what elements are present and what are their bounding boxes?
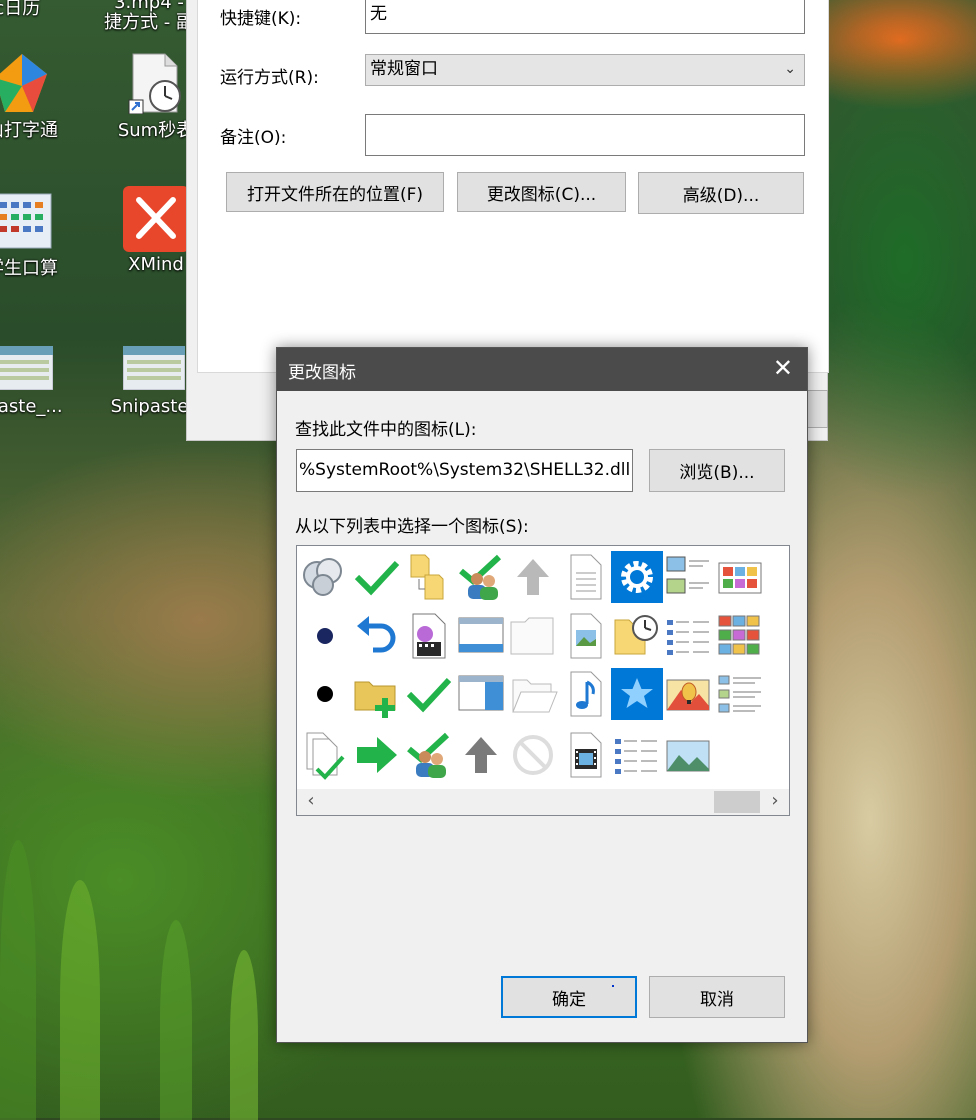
change-icon-button[interactable]: 更改图标(C)... — [457, 172, 626, 212]
music-note-icon[interactable] — [559, 668, 611, 720]
icon-list-scrollbar[interactable]: ‹ › — [297, 789, 789, 815]
list-view-icon[interactable] — [715, 668, 767, 720]
green-arrow-icon[interactable] — [351, 729, 403, 781]
find-icons-label: 查找此文件中的图标(L): — [295, 420, 477, 440]
desktop-icon-snipaste-1[interactable]: ipaste_... — [0, 346, 72, 418]
add-folder-icon[interactable] — [351, 668, 403, 720]
typing-app-icon — [0, 54, 47, 112]
scroll-right-icon[interactable]: › — [763, 790, 787, 811]
picture-grid-icon[interactable] — [715, 551, 767, 603]
desktop-icon-math-app[interactable]: 学生口算 — [0, 190, 72, 280]
hotkey-field[interactable]: 无 — [365, 0, 805, 34]
snipaste-image-icon — [0, 346, 53, 390]
scroll-left-icon[interactable]: ‹ — [299, 790, 323, 811]
landscape-pictures-icon[interactable] — [663, 668, 715, 720]
stopwatch-shortcut-icon — [128, 53, 181, 114]
change-icon-dialog: 更改图标 ✕ 查找此文件中的图标(L): %SystemRoot%\System… — [276, 347, 808, 1043]
wallpaper-grass — [230, 950, 258, 1120]
math-app-icon — [0, 193, 52, 249]
blocked-circle-icon[interactable] — [507, 729, 559, 781]
open-folder-icon[interactable] — [507, 668, 559, 720]
up-arrow-icon[interactable] — [507, 551, 559, 603]
picture-tiles-icon[interactable] — [715, 610, 767, 662]
ok-button[interactable]: 确定 — [501, 976, 637, 1018]
run-mode-value: 常规窗口 — [370, 59, 438, 79]
gray-up-arrow-icon[interactable] — [455, 729, 507, 781]
green-check-icon[interactable] — [351, 551, 403, 603]
text-document-icon[interactable] — [559, 551, 611, 603]
black-dot-icon[interactable] — [299, 668, 351, 720]
choose-icon-label: 从以下列表中选择一个图标(S): — [295, 517, 529, 537]
window-sidebar-icon[interactable] — [455, 668, 507, 720]
browse-button[interactable]: 浏览(B)... — [649, 449, 785, 492]
users-check-icon[interactable] — [403, 729, 455, 781]
desktop-icon-typing-app[interactable]: 山打字通 — [0, 52, 72, 142]
focus-dot — [612, 985, 614, 987]
chevron-down-icon: ⌄ — [784, 61, 796, 77]
film-document-icon[interactable] — [559, 729, 611, 781]
folder-clock-icon[interactable] — [611, 610, 663, 662]
wallpaper-grass — [0, 840, 36, 1120]
dialog-titlebar[interactable]: 更改图标 ✕ — [277, 348, 807, 391]
gear-icon[interactable] — [611, 551, 663, 603]
details-list-icon[interactable] — [611, 729, 663, 781]
media-file-icon[interactable] — [403, 610, 455, 662]
hidden-apply-button[interactable] — [806, 390, 828, 428]
navy-dot-icon[interactable] — [299, 610, 351, 662]
dialog-title: 更改图标 — [288, 363, 356, 383]
cancel-button[interactable]: 取消 — [649, 976, 785, 1018]
comment-field[interactable] — [365, 114, 805, 156]
folder-copy-icon[interactable] — [403, 551, 455, 603]
close-icon[interactable]: ✕ — [773, 356, 793, 380]
detail-list-icon[interactable] — [663, 610, 715, 662]
icon-file-path-input[interactable]: %SystemRoot%\System32\SHELL32.dll — [296, 449, 633, 492]
green-check-icon[interactable] — [403, 668, 455, 720]
desktop-icon-label: 学生口算 — [0, 258, 58, 279]
landscape-icon[interactable] — [663, 729, 715, 781]
picture-list-icon[interactable] — [663, 551, 715, 603]
icon-list: ‹ › — [296, 545, 790, 816]
hotkey-label: 快捷键(K): — [220, 9, 302, 29]
undo-arrow-icon[interactable] — [351, 610, 403, 662]
desktop-icon-label: 山打字通 — [0, 120, 58, 141]
blank-folder-icon[interactable] — [507, 610, 559, 662]
run-mode-select[interactable]: 常规窗口 ⌄ — [365, 54, 805, 86]
run-mode-label: 运行方式(R): — [220, 68, 319, 88]
wallpaper-grass — [160, 920, 192, 1120]
window-frame-icon[interactable] — [455, 610, 507, 662]
users-check-icon[interactable] — [455, 551, 507, 603]
image-document-icon[interactable] — [559, 610, 611, 662]
document-check-icon[interactable] — [299, 729, 351, 781]
scroll-thumb[interactable] — [714, 791, 760, 813]
advanced-button[interactable]: 高级(D)... — [638, 172, 804, 214]
snipaste-image-icon — [123, 346, 185, 390]
network-drives-icon[interactable] — [299, 551, 351, 603]
desktop-icon-label: ipaste_... — [0, 396, 63, 417]
desktop-icon-calendar[interactable]: yc日历 — [0, 0, 62, 20]
open-file-location-button[interactable]: 打开文件所在的位置(F) — [226, 172, 444, 212]
xmind-icon — [123, 186, 189, 252]
wallpaper-grass — [60, 880, 100, 1120]
desktop-icon-label: yc日历 — [0, 0, 41, 19]
comment-label: 备注(O): — [220, 128, 287, 148]
blue-star-icon[interactable] — [611, 668, 663, 720]
